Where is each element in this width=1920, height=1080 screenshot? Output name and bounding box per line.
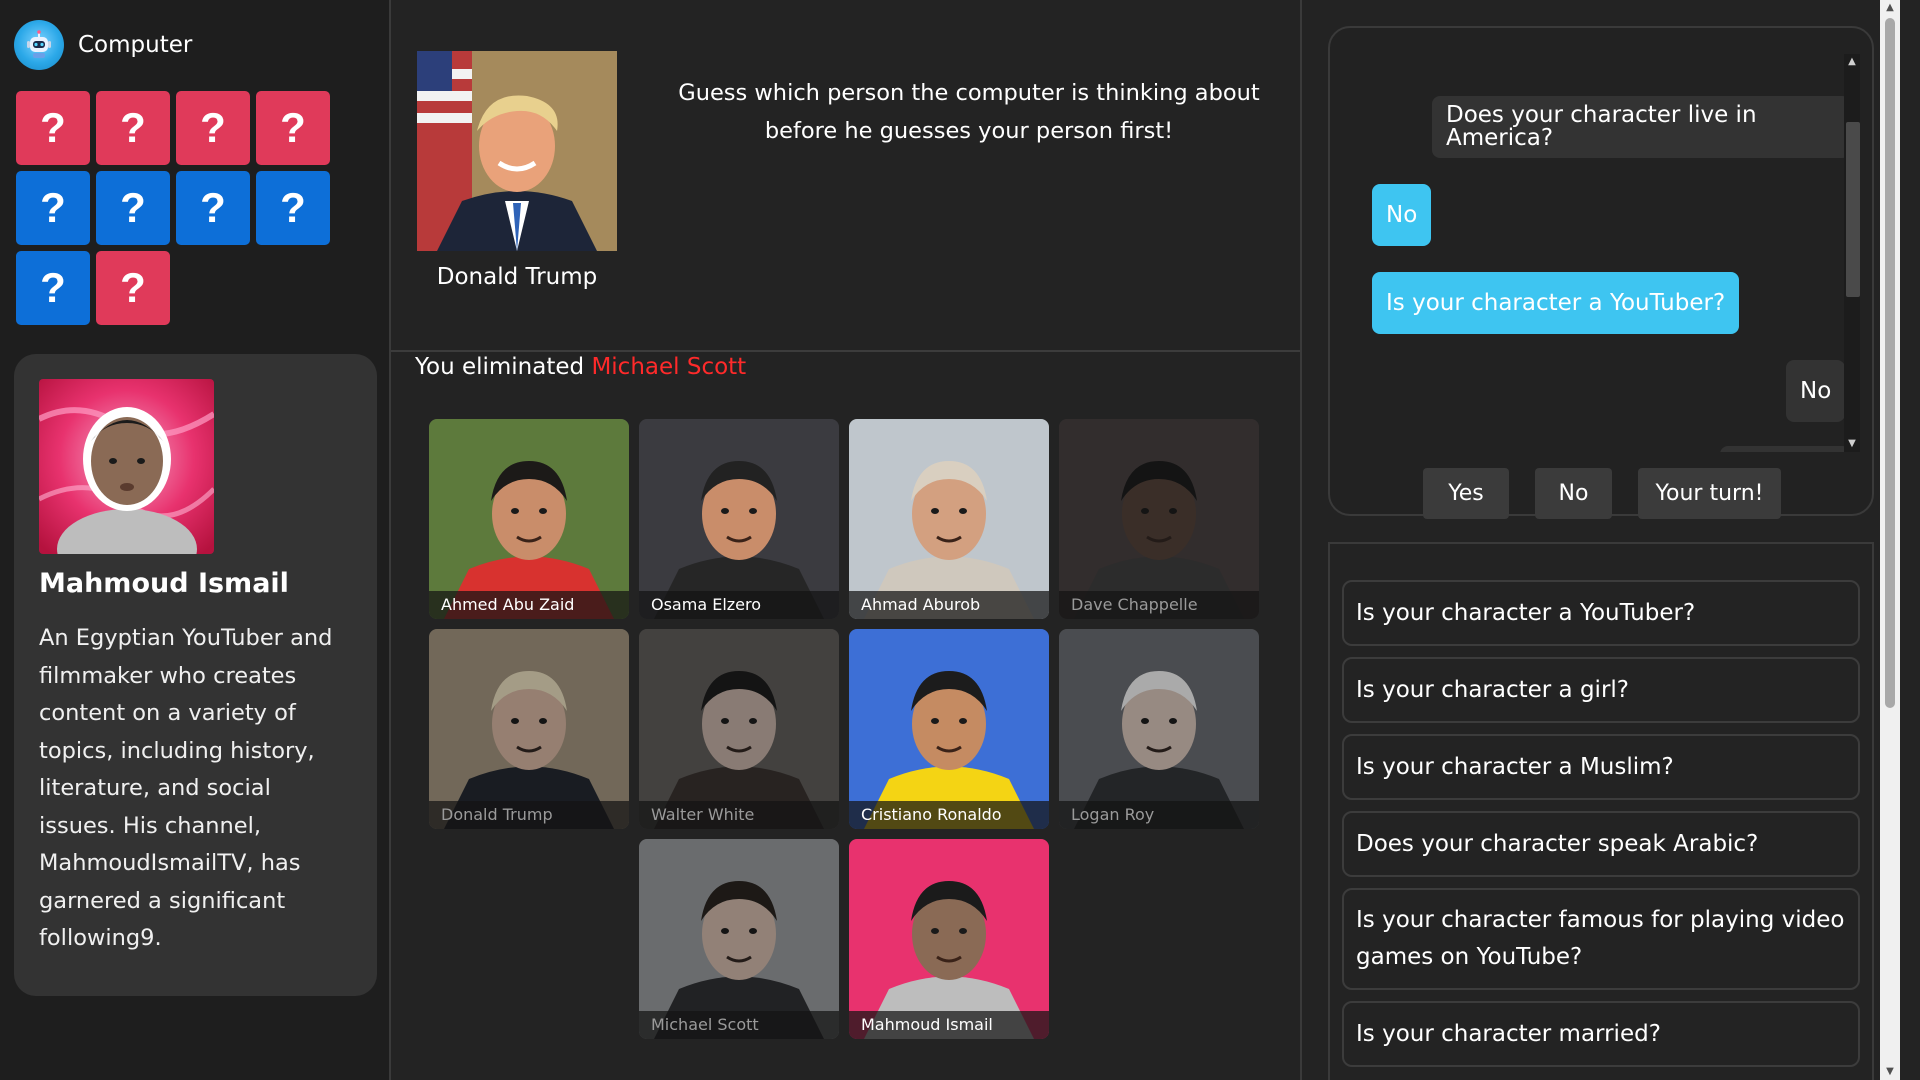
computer-title: Computer: [78, 32, 193, 58]
divider: [391, 350, 1300, 352]
person-photo: [429, 629, 629, 829]
chat-panel: Does your character live in America? No …: [1328, 26, 1874, 519]
player-character-photo: [39, 379, 214, 554]
page-scrollbar[interactable]: ▲ ▼: [1880, 0, 1900, 1080]
yes-button[interactable]: Yes: [1423, 468, 1509, 519]
hidden-card: ?: [16, 171, 90, 245]
scroll-up-icon[interactable]: ▲: [1880, 0, 1900, 16]
person-photo: [1059, 419, 1259, 619]
elimination-prefix: You eliminated: [415, 354, 585, 380]
robot-icon: [14, 20, 64, 70]
hidden-card: ?: [96, 251, 170, 325]
hidden-card: ?: [256, 171, 330, 245]
hidden-card: ?: [96, 91, 170, 165]
person-name-label: Michael Scott: [639, 1011, 839, 1039]
game-board: Donald Trump Guess which person the comp…: [391, 0, 1302, 1080]
person-card[interactable]: Dave Chappelle: [1059, 419, 1259, 619]
person-name-label: Mahmoud Ismail: [849, 1011, 1049, 1039]
player-character-card: Mahmoud Ismail An Egyptian YouTuber and …: [14, 354, 377, 996]
elimination-status: You eliminated Michael Scott: [415, 354, 746, 380]
person-photo: [639, 419, 839, 619]
question-option[interactable]: Is your character a girl?: [1342, 657, 1860, 723]
people-grid: Ahmed Abu Zaid Osama Elzero Ahmad Aburob Da…: [429, 419, 1269, 1039]
player-character-name: Mahmoud Ismail: [39, 568, 289, 599]
person-name-label: Cristiano Ronaldo: [849, 801, 1049, 829]
chat-message: No: [1372, 184, 1432, 246]
person-card[interactable]: Michael Scott: [639, 839, 839, 1039]
person-card[interactable]: Logan Roy: [1059, 629, 1259, 829]
question-panel: Does your character live in America? No …: [1302, 0, 1900, 1080]
person-card[interactable]: Walter White: [639, 629, 839, 829]
hidden-card: ?: [176, 171, 250, 245]
person-card[interactable]: Cristiano Ronaldo: [849, 629, 1049, 829]
person-card[interactable]: Ahmad Aburob: [849, 419, 1049, 619]
game-instructions: Guess which person the computer is think…: [678, 80, 1260, 144]
chat-scrollbar[interactable]: ▲ ▼: [1844, 54, 1860, 452]
computer-panel: Computer ?????????? Mahmoud Ismail An Eg…: [0, 0, 391, 1080]
chat-message-partial: [1720, 446, 1850, 452]
scroll-down-icon[interactable]: ▼: [1880, 1064, 1900, 1080]
person-name-label: Ahmed Abu Zaid: [429, 591, 629, 619]
person-photo: [639, 839, 839, 1039]
your-turn-button[interactable]: Your turn!: [1638, 468, 1781, 519]
questions-list: Is your character a YouTuber? Is your ch…: [1328, 542, 1874, 1080]
person-name-label: Osama Elzero: [639, 591, 839, 619]
person-photo: [849, 839, 1049, 1039]
chat-log[interactable]: Does your character live in America? No …: [1340, 54, 1850, 452]
question-option[interactable]: Is your character a Muslim?: [1342, 734, 1860, 800]
player-character-description: An Egyptian YouTuber and filmmaker who c…: [39, 625, 333, 951]
hidden-card: ?: [176, 91, 250, 165]
target-person-name: Donald Trump: [436, 264, 598, 290]
hidden-card: ?: [16, 91, 90, 165]
hidden-card: ?: [16, 251, 90, 325]
person-name-label: Walter White: [639, 801, 839, 829]
chat-scrollbar-thumb[interactable]: [1846, 122, 1860, 297]
question-option[interactable]: Is your character a YouTuber?: [1342, 580, 1860, 646]
person-photo: [429, 419, 629, 619]
person-name-label: Dave Chappelle: [1059, 591, 1259, 619]
person-photo: [849, 629, 1049, 829]
no-button[interactable]: No: [1535, 468, 1612, 519]
chat-message: Does your character live in America?: [1432, 96, 1850, 158]
person-card[interactable]: Ahmed Abu Zaid: [429, 419, 629, 619]
target-person-photo: [417, 51, 617, 251]
person-photo: [639, 629, 839, 829]
page-scrollbar-thumb[interactable]: [1885, 18, 1895, 708]
person-photo: [849, 419, 1049, 619]
person-card[interactable]: Osama Elzero: [639, 419, 839, 619]
person-name-label: Logan Roy: [1059, 801, 1259, 829]
hidden-card: ?: [96, 171, 170, 245]
person-name-label: Donald Trump: [429, 801, 629, 829]
person-name-label: Ahmad Aburob: [849, 591, 1049, 619]
chat-message: No: [1786, 360, 1846, 422]
hidden-card: ?: [256, 91, 330, 165]
eliminated-person-name: Michael Scott: [591, 354, 747, 380]
scroll-down-icon[interactable]: ▼: [1844, 436, 1860, 452]
question-option[interactable]: Is your character married?: [1342, 1001, 1860, 1067]
computer-cards-grid: ??????????: [16, 91, 330, 325]
person-card[interactable]: Mahmoud Ismail: [849, 839, 1049, 1039]
chat-message: Is your character a YouTuber?: [1372, 272, 1740, 334]
person-photo: [1059, 629, 1259, 829]
scroll-up-icon[interactable]: ▲: [1844, 54, 1860, 70]
computer-header: Computer: [14, 20, 192, 70]
question-option[interactable]: Is your character famous for playing vid…: [1342, 888, 1860, 990]
question-option[interactable]: Does your character speak Arabic?: [1342, 811, 1860, 877]
person-card[interactable]: Donald Trump: [429, 629, 629, 829]
